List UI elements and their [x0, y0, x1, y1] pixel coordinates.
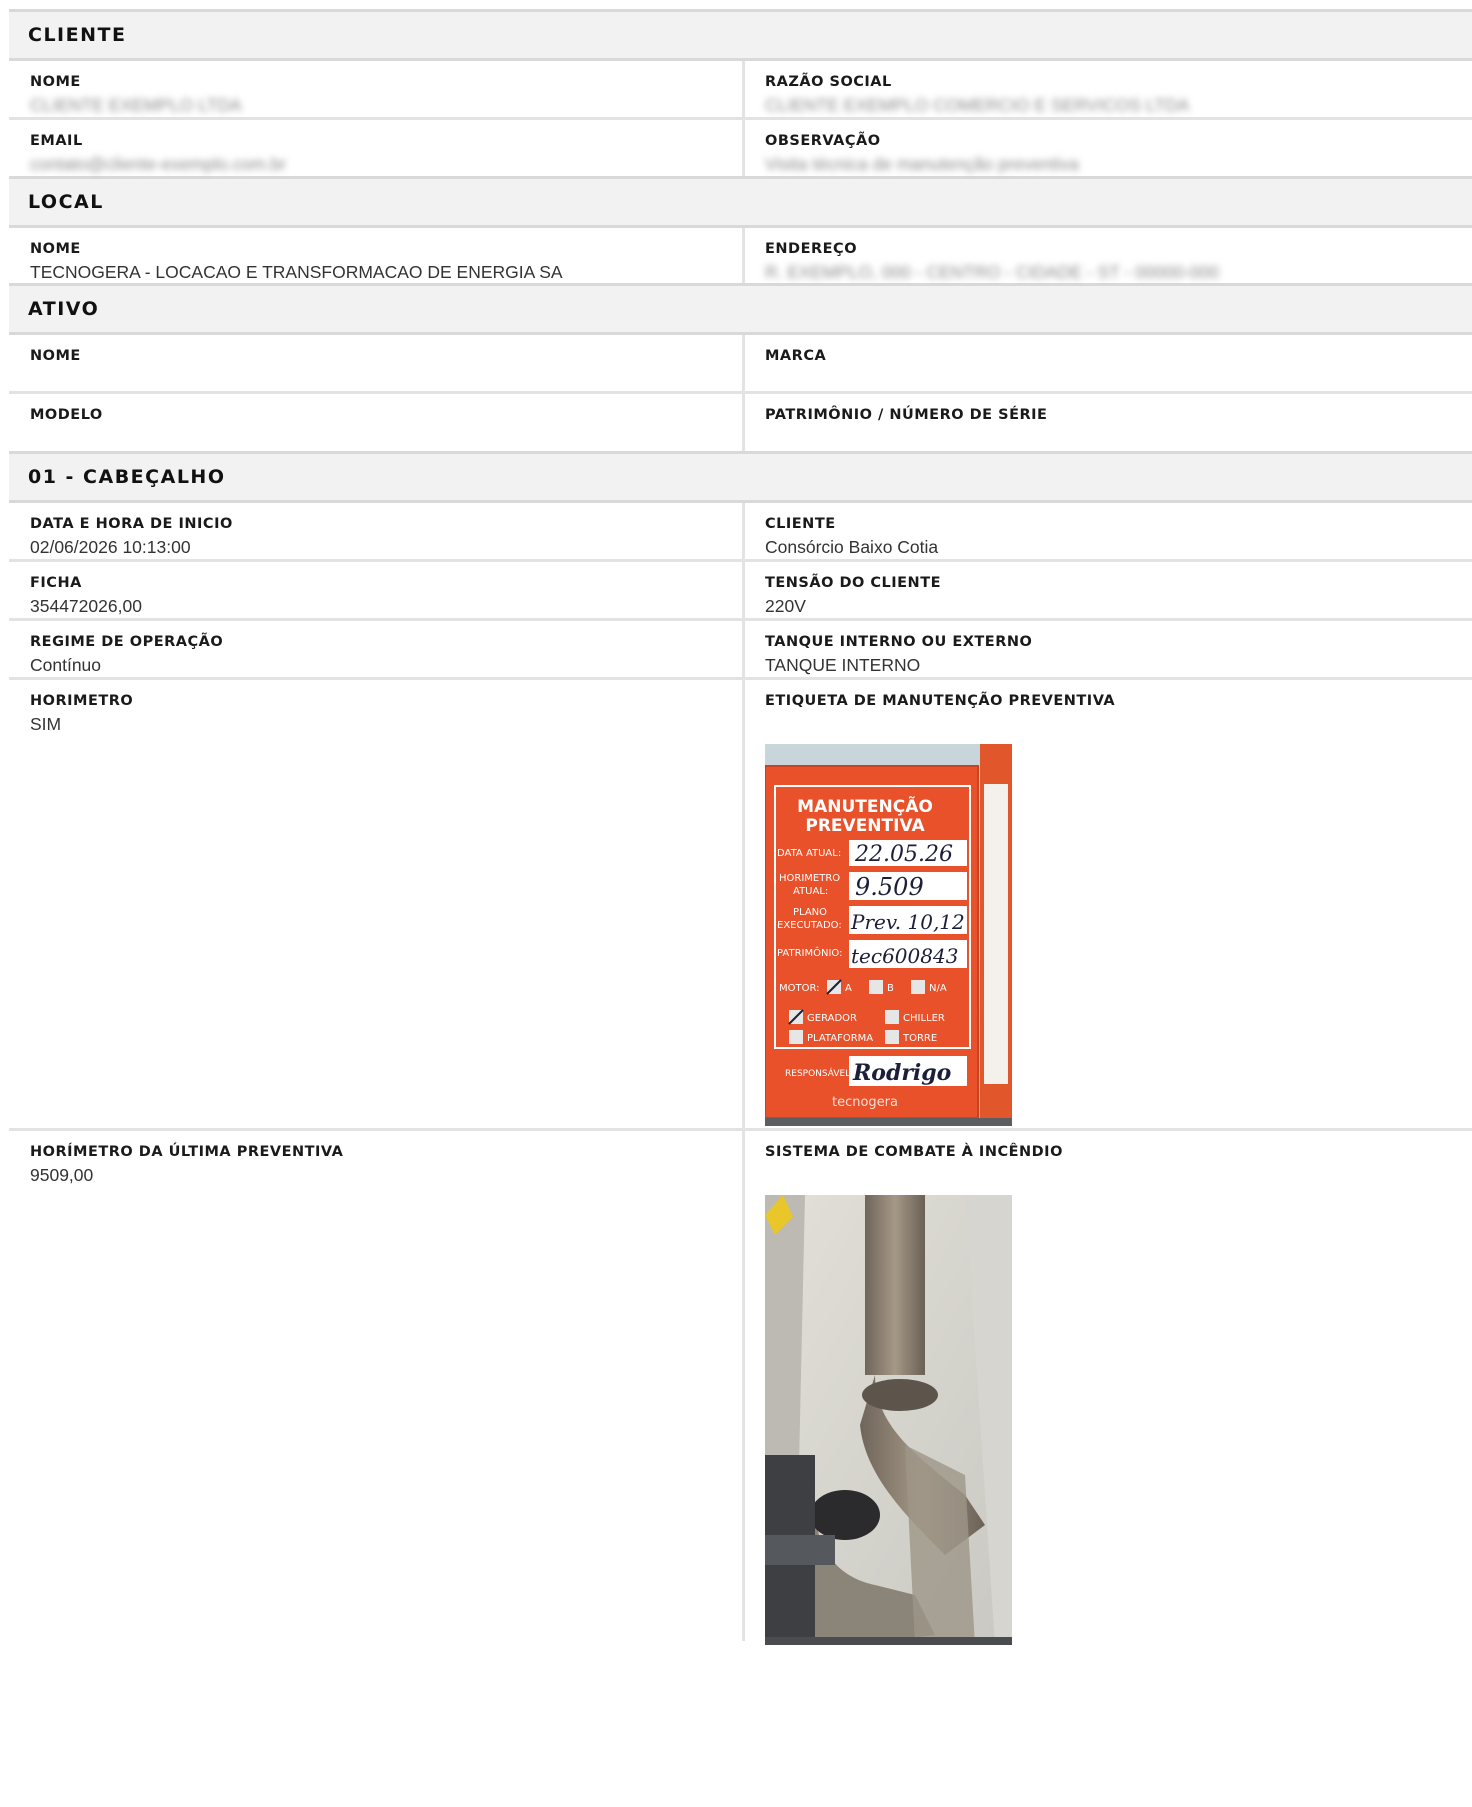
sticker-title-1: MANUTENÇÃO — [797, 794, 933, 817]
field-value — [30, 368, 742, 390]
field-label: PATRIMÔNIO / NÚMERO DE SÉRIE — [765, 407, 1048, 423]
field-label: FICHA — [30, 575, 82, 591]
row-cliente-1: NOME CLIENTE EXEMPLO LTDA RAZÃO SOCIAL C… — [9, 61, 1472, 120]
field-patrimonio: PATRIMÔNIO / NÚMERO DE SÉRIE — [745, 394, 1472, 451]
sticker-plano-value: Prev. 10,12 — [850, 910, 965, 934]
field-label: DATA E HORA DE INICIO — [30, 516, 233, 532]
row-cabecalho-4: HORIMETRO SIM ETIQUETA DE MANUTENÇÃO PRE… — [9, 680, 1472, 1131]
field-horimetro: HORIMETRO SIM — [9, 680, 745, 1128]
field-label: RAZÃO SOCIAL — [765, 74, 892, 90]
field-value: Consórcio Baixo Cotia — [765, 537, 939, 557]
sticker-data-value: 22.05.26 — [854, 842, 953, 867]
sticker-data-label: DATA ATUAL: — [777, 848, 841, 859]
field-value: 9509,00 — [30, 1165, 94, 1185]
field-value: 220V — [765, 596, 806, 616]
field-ativo-nome: NOME — [9, 335, 745, 391]
field-label: MARCA — [765, 348, 827, 364]
section-header-ativo: ATIVO — [9, 283, 1472, 335]
row-cabecalho-3: REGIME DE OPERAÇÃO Contínuo TANQUE INTER… — [9, 621, 1472, 680]
field-value — [30, 427, 742, 449]
sticker-patrimonio-value: tec600843 — [851, 944, 958, 968]
sticker-patrimonio-label: PATRIMÔNIO: — [777, 946, 842, 959]
sticker-motor-label: MOTOR: — [779, 983, 820, 994]
sticker-plano-label-1: PLANO — [793, 907, 827, 918]
sticker-chiller: CHILLER — [903, 1013, 945, 1024]
field-cliente-nome: NOME CLIENTE EXEMPLO LTDA — [9, 61, 745, 117]
sticker-gerador: GERADOR — [807, 1013, 857, 1024]
field-value-redacted: R. EXEMPLO, 000 - CENTRO - CIDADE - ST -… — [765, 262, 1219, 282]
field-value: TECNOGERA - LOCACAO E TRANSFORMACAO DE E… — [30, 262, 563, 282]
field-label: CLIENTE — [765, 516, 836, 532]
field-regime-operacao: REGIME DE OPERAÇÃO Contínuo — [9, 621, 745, 677]
row-cabecalho-5: HORÍMETRO DA ÚLTIMA PREVENTIVA 9509,00 S… — [9, 1131, 1472, 1645]
field-label: ENDEREÇO — [765, 241, 858, 257]
field-value-redacted: CLIENTE EXEMPLO LTDA — [30, 95, 242, 115]
field-etiqueta-manutencao: ETIQUETA DE MANUTENÇÃO PREVENTIVA MANUTE… — [745, 680, 1472, 1128]
row-cliente-2: EMAIL contato@cliente-exemplo.com.br OBS… — [9, 120, 1472, 176]
field-horimetro-ultima-preventiva: HORÍMETRO DA ÚLTIMA PREVENTIVA 9509,00 — [9, 1131, 745, 1641]
sticker-plano-label-2: EXECUTADO: — [777, 920, 842, 931]
row-ativo-2: MODELO PATRIMÔNIO / NÚMERO DE SÉRIE — [9, 394, 1472, 451]
sticker-horimetro-value: 9.509 — [855, 873, 924, 901]
sticker-motor-b: B — [887, 983, 894, 994]
field-sistema-incendio: SISTEMA DE COMBATE À INCÊNDIO — [745, 1131, 1472, 1645]
field-label: TANQUE INTERNO OU EXTERNO — [765, 634, 1033, 650]
field-marca: MARCA — [745, 335, 1472, 391]
field-value: Contínuo — [30, 655, 102, 675]
field-label: HORIMETRO — [30, 693, 134, 709]
row-local-1: NOME TECNOGERA - LOCACAO E TRANSFORMACAO… — [9, 228, 1472, 283]
field-endereco: ENDEREÇO R. EXEMPLO, 000 - CENTRO - CIDA… — [745, 228, 1472, 283]
sticker-motor-a: A — [845, 983, 852, 994]
fire-system-photo[interactable] — [765, 1195, 1012, 1645]
field-label: NOME — [30, 348, 81, 364]
report-document: CLIENTE NOME CLIENTE EXEMPLO LTDA RAZÃO … — [9, 9, 1472, 1645]
field-ficha: FICHA 354472026,00 — [9, 562, 745, 618]
sticker-motor-na: N/A — [929, 983, 947, 994]
sticker-title-2: PREVENTIVA — [805, 816, 925, 836]
field-tanque: TANQUE INTERNO OU EXTERNO TANQUE INTERNO — [745, 621, 1472, 677]
field-value-redacted: Visita técnica de manutenção preventiva — [765, 154, 1079, 174]
field-data-hora-inicio: DATA E HORA DE INICIO 02/06/2026 10:13:0… — [9, 503, 745, 559]
field-value: 354472026,00 — [30, 596, 142, 616]
sticker-horimetro-label-2: ATUAL: — [793, 886, 828, 897]
field-label: OBSERVAÇÃO — [765, 133, 881, 149]
field-razao-social: RAZÃO SOCIAL CLIENTE EXEMPLO COMERCIO E … — [745, 61, 1472, 117]
field-label: MODELO — [30, 407, 103, 423]
field-value: SIM — [30, 714, 62, 734]
sticker-responsavel-value: Rodrigo — [852, 1060, 951, 1086]
field-label: NOME — [30, 74, 81, 90]
field-label: ETIQUETA DE MANUTENÇÃO PREVENTIVA — [765, 693, 1116, 709]
field-local-nome: NOME TECNOGERA - LOCACAO E TRANSFORMACAO… — [9, 228, 745, 283]
field-label: SISTEMA DE COMBATE À INCÊNDIO — [765, 1144, 1063, 1160]
field-value-redacted: contato@cliente-exemplo.com.br — [30, 154, 287, 174]
row-cabecalho-2: FICHA 354472026,00 TENSÃO DO CLIENTE 220… — [9, 562, 1472, 621]
field-observacao: OBSERVAÇÃO Visita técnica de manutenção … — [745, 120, 1472, 176]
sticker-responsavel-label: RESPONSÁVEL: — [785, 1067, 853, 1079]
field-value — [765, 427, 1472, 449]
sticker-torre: TORRE — [902, 1033, 937, 1044]
field-value: TANQUE INTERNO — [765, 655, 921, 675]
field-cliente: CLIENTE Consórcio Baixo Cotia — [745, 503, 1472, 559]
field-tensao-cliente: TENSÃO DO CLIENTE 220V — [745, 562, 1472, 618]
field-value-redacted: CLIENTE EXEMPLO COMERCIO E SERVICOS LTDA — [765, 95, 1190, 115]
field-label: REGIME DE OPERAÇÃO — [30, 634, 224, 650]
section-header-cliente: CLIENTE — [9, 9, 1472, 61]
row-ativo-1: NOME MARCA — [9, 335, 1472, 394]
sticker-brand: tecnogera — [832, 1095, 898, 1110]
row-cabecalho-1: DATA E HORA DE INICIO 02/06/2026 10:13:0… — [9, 503, 1472, 562]
field-value: 02/06/2026 10:13:00 — [30, 537, 191, 557]
field-email: EMAIL contato@cliente-exemplo.com.br — [9, 120, 745, 176]
field-value — [765, 368, 1472, 390]
sticker-horimetro-label-1: HORIMETRO — [779, 873, 840, 884]
field-label: NOME — [30, 241, 81, 257]
sticker-plataforma: PLATAFORMA — [807, 1033, 873, 1044]
field-label: EMAIL — [30, 133, 83, 149]
field-label: TENSÃO DO CLIENTE — [765, 575, 941, 591]
section-header-local: LOCAL — [9, 176, 1472, 228]
maintenance-sticker-photo[interactable]: MANUTENÇÃO PREVENTIVA DATA ATUAL: 22.05.… — [765, 744, 1012, 1126]
field-label: HORÍMETRO DA ÚLTIMA PREVENTIVA — [30, 1144, 344, 1160]
field-modelo: MODELO — [9, 394, 745, 451]
section-header-cabecalho: 01 - CABEÇALHO — [9, 451, 1472, 503]
